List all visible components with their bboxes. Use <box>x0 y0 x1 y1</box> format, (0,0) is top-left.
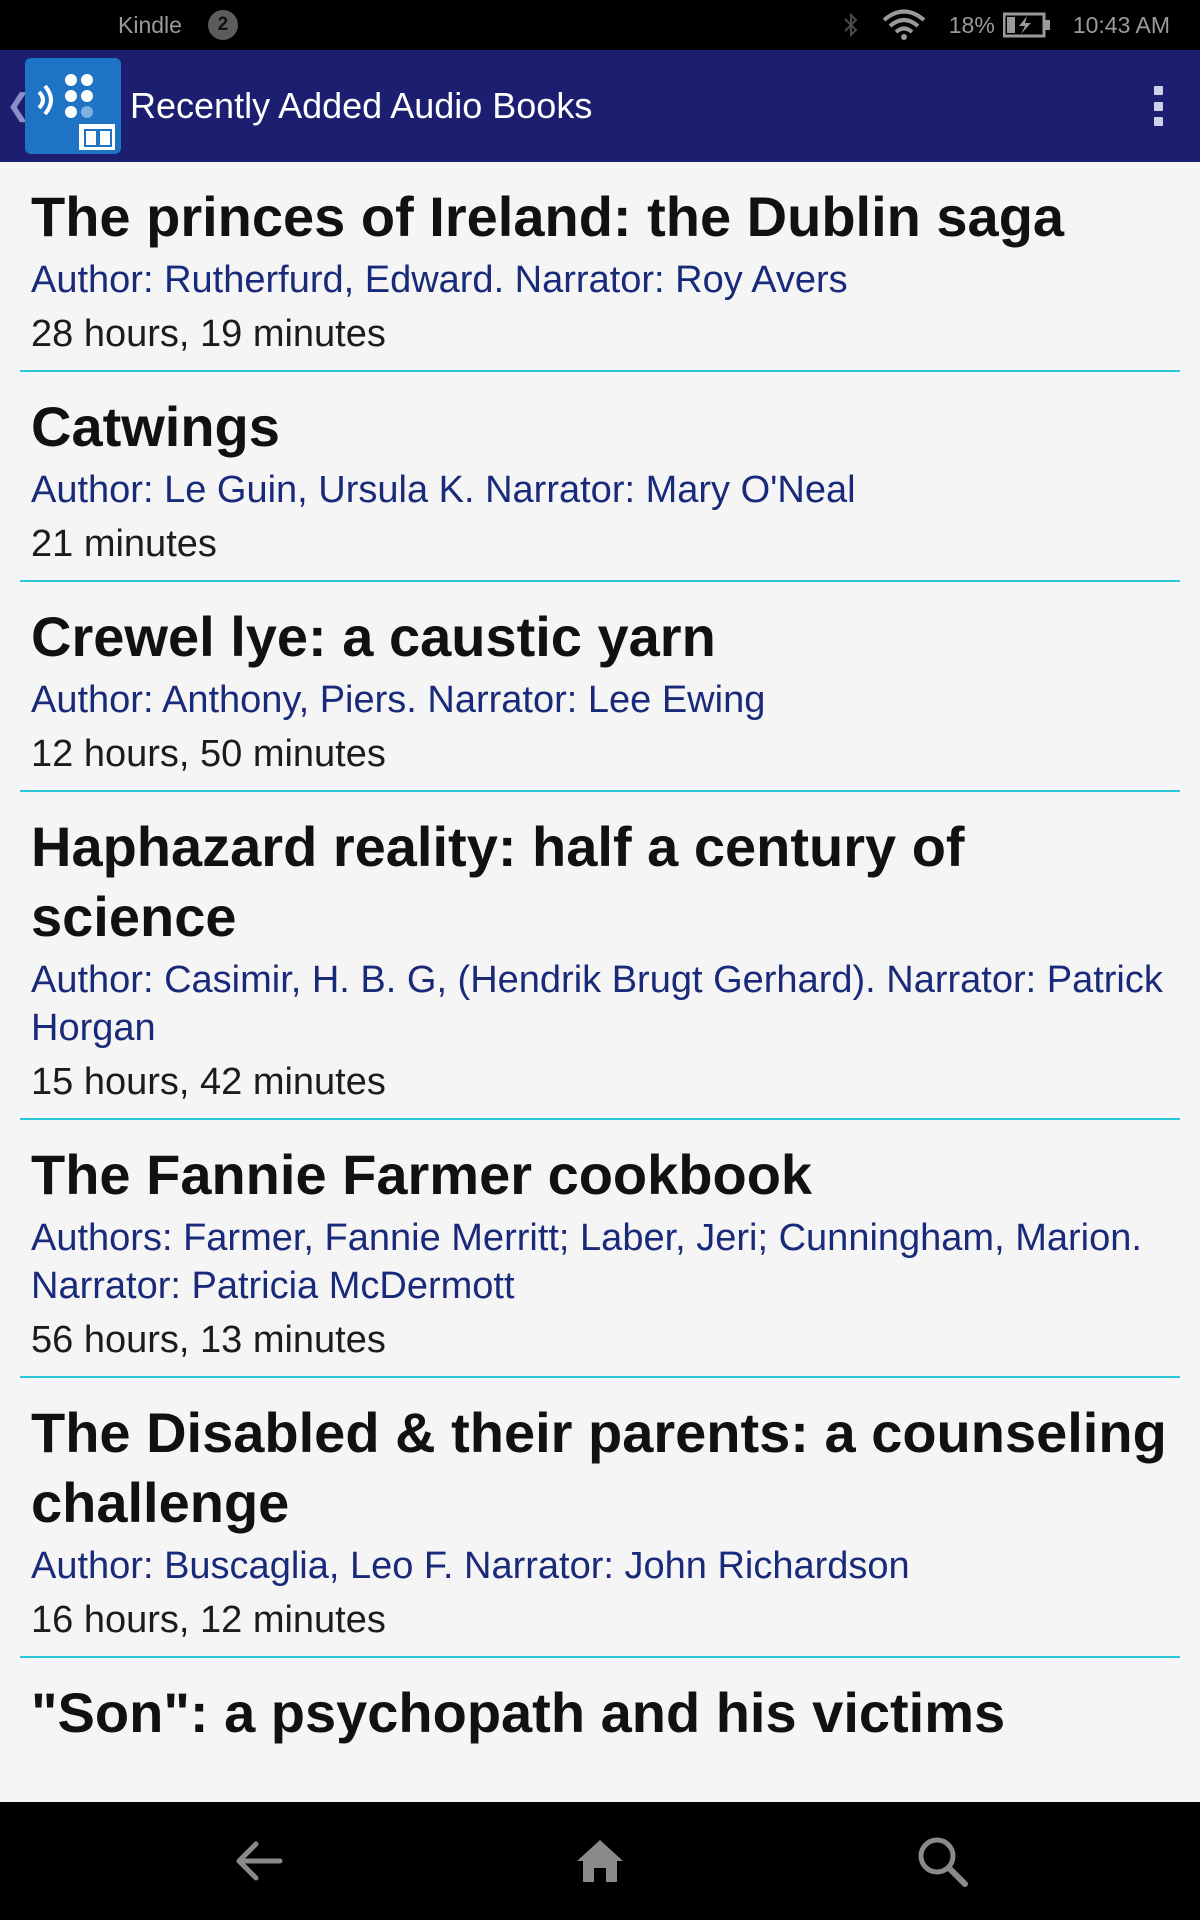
book-duration: 28 hours, 19 minutes <box>31 313 386 355</box>
app-screen: Kindle 2 18% 10:43 AM ❮ Recently Added A… <box>0 0 1200 1920</box>
list-item[interactable]: The Fannie Farmer cookbook Authors: Farm… <box>20 1120 1180 1378</box>
battery-percent: 18% <box>948 11 995 38</box>
book-credits: Authors: Farmer, Fannie Merritt; Laber, … <box>31 1217 1142 1307</box>
book-credits: Author: Anthony, Piers. Narrator: Lee Ew… <box>31 679 766 721</box>
search-icon[interactable] <box>915 1834 969 1888</box>
audiobook-list: The princes of Ireland: the Dublin saga … <box>0 162 1200 1802</box>
book-credits: Author: Le Guin, Ursula K. Narrator: Mar… <box>31 469 856 511</box>
carrier-label: Kindle <box>118 11 182 38</box>
book-title: Haphazard reality: half a century of sci… <box>31 815 965 948</box>
overflow-menu-icon[interactable] <box>1140 80 1176 132</box>
battery-charging-icon <box>1002 12 1051 38</box>
book-duration: 56 hours, 13 minutes <box>31 1319 386 1361</box>
notification-count-badge[interactable]: 2 <box>207 10 238 40</box>
clock: 10:43 AM <box>1072 11 1170 38</box>
app-bar: ❮ Recently Added Audio Books <box>0 50 1200 162</box>
list-item[interactable]: "Son": a psychopath and his victims <box>20 1658 1180 1748</box>
book-title: "Son": a psychopath and his victims <box>31 1681 1006 1744</box>
book-credits: Author: Casimir, H. B. G, (Hendrik Brugt… <box>31 959 1163 1049</box>
status-bar: Kindle 2 18% 10:43 AM <box>0 0 1200 50</box>
book-credits: Author: Buscaglia, Leo F. Narrator: John… <box>31 1545 910 1587</box>
book-title: The Fannie Farmer cookbook <box>31 1143 813 1206</box>
book-duration: 15 hours, 42 minutes <box>31 1061 386 1103</box>
home-icon[interactable] <box>573 1834 627 1888</box>
list-item[interactable]: Haphazard reality: half a century of sci… <box>20 792 1180 1120</box>
book-title: The princes of Ireland: the Dublin saga <box>31 185 1065 248</box>
back-arrow-icon[interactable] <box>232 1834 286 1888</box>
book-title: Crewel lye: a caustic yarn <box>31 605 716 668</box>
list-item[interactable]: The princes of Ireland: the Dublin saga … <box>20 162 1180 372</box>
book-credits: Author: Rutherfurd, Edward. Narrator: Ro… <box>31 259 848 301</box>
system-nav-bar <box>0 1802 1200 1920</box>
bluetooth-icon <box>843 12 859 38</box>
book-title: The Disabled & their parents: a counseli… <box>31 1401 1167 1534</box>
list-item[interactable]: Catwings Author: Le Guin, Ursula K. Narr… <box>20 372 1180 582</box>
book-duration: 21 minutes <box>31 523 217 565</box>
page-title: Recently Added Audio Books <box>130 85 593 126</box>
audiobook-app-logo[interactable] <box>25 58 121 154</box>
book-title: Catwings <box>31 395 280 458</box>
book-duration: 12 hours, 50 minutes <box>31 733 386 775</box>
book-duration: 16 hours, 12 minutes <box>31 1599 386 1641</box>
wifi-icon <box>881 9 927 41</box>
list-item[interactable]: Crewel lye: a caustic yarn Author: Antho… <box>20 582 1180 792</box>
list-item[interactable]: The Disabled & their parents: a counseli… <box>20 1378 1180 1658</box>
